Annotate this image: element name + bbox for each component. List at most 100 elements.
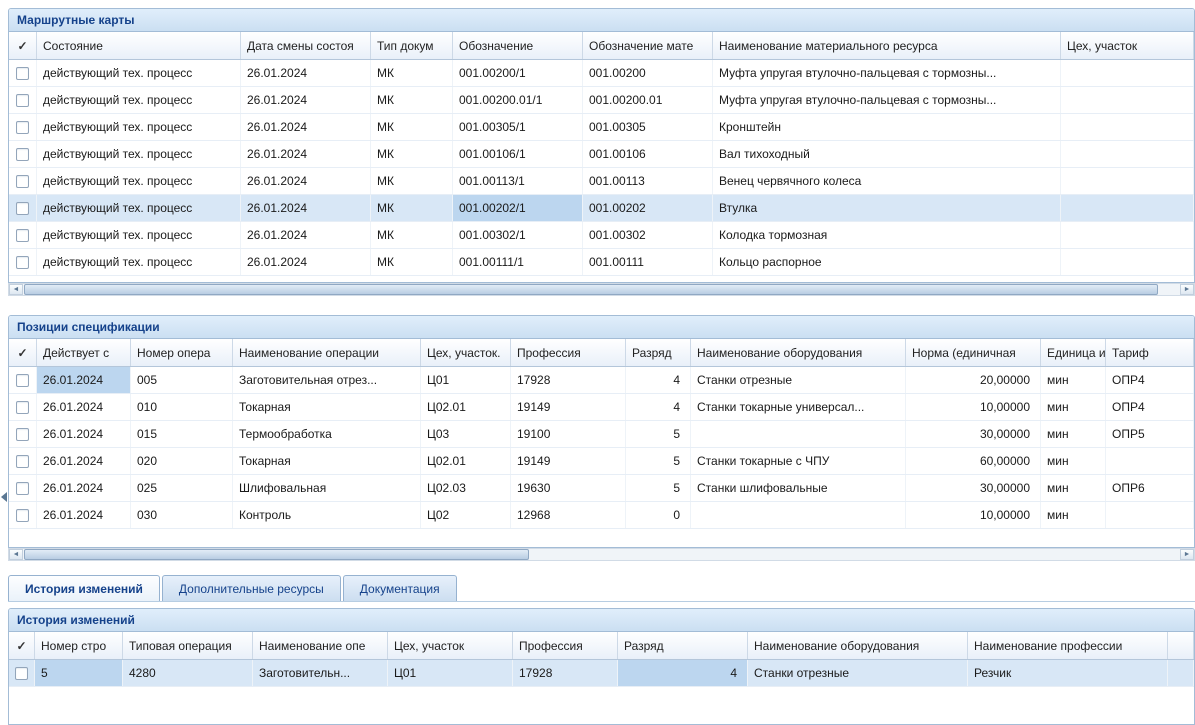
cell[interactable]: 001.00200 [583, 60, 713, 86]
cell[interactable]: 5 [626, 475, 691, 501]
cell[interactable]: Шлифовальная [233, 475, 421, 501]
cell[interactable] [1061, 114, 1194, 140]
cell[interactable]: 26.01.2024 [37, 367, 131, 393]
row-checkbox[interactable] [16, 202, 29, 215]
column-header[interactable]: Действует с [37, 339, 131, 366]
cell[interactable]: МК [371, 141, 453, 167]
cell[interactable]: Ц03 [421, 421, 511, 447]
cell[interactable]: Втулка [713, 195, 1061, 221]
cell[interactable]: 26.01.2024 [37, 394, 131, 420]
column-header[interactable]: Номер опера [131, 339, 233, 366]
cell[interactable]: мин [1041, 394, 1106, 420]
cell[interactable]: ОПР4 [1106, 367, 1194, 393]
column-header[interactable]: Единица и [1041, 339, 1106, 366]
cell[interactable] [1061, 222, 1194, 248]
cell[interactable]: Токарная [233, 394, 421, 420]
cell[interactable]: действующий тех. процесс [37, 60, 241, 86]
column-header[interactable]: Типовая операция [123, 632, 253, 659]
row-checkbox[interactable] [16, 148, 29, 161]
tab-documentation[interactable]: Документация [343, 575, 457, 601]
cell[interactable]: Токарная [233, 448, 421, 474]
column-header[interactable]: Норма (единичная [906, 339, 1041, 366]
column-header[interactable]: Цех, участок [1061, 32, 1194, 59]
cell[interactable]: Ц01 [388, 660, 513, 686]
cell[interactable]: Ц02 [421, 502, 511, 528]
scroll-left-arrow-icon[interactable]: ◄ [9, 549, 23, 560]
cell[interactable]: 005 [131, 367, 233, 393]
cell[interactable]: МК [371, 60, 453, 86]
column-header[interactable]: Состояние [37, 32, 241, 59]
cell[interactable]: 001.00202 [583, 195, 713, 221]
cell[interactable]: Венец червячного колеса [713, 168, 1061, 194]
cell[interactable]: Станки токарные универсал... [691, 394, 906, 420]
column-header[interactable]: Номер стро [35, 632, 123, 659]
row-checkbox[interactable] [16, 401, 29, 414]
cell[interactable]: Станки отрезные [691, 367, 906, 393]
column-header[interactable]: Дата смены состоя [241, 32, 371, 59]
scroll-left-arrow-icon[interactable]: ◄ [9, 284, 23, 295]
cell[interactable] [1168, 660, 1194, 686]
cell[interactable] [1061, 141, 1194, 167]
cell[interactable]: 001.00200.01 [583, 87, 713, 113]
cell[interactable]: мин [1041, 448, 1106, 474]
cell[interactable]: 5 [626, 448, 691, 474]
cell[interactable]: 17928 [513, 660, 618, 686]
cell[interactable]: Резчик [968, 660, 1168, 686]
row-checkbox[interactable] [16, 509, 29, 522]
cell[interactable]: 001.00302/1 [453, 222, 583, 248]
collapse-panel-handle[interactable] [0, 483, 7, 511]
row-checkbox[interactable] [16, 482, 29, 495]
cell[interactable]: 17928 [511, 367, 626, 393]
cell[interactable]: 001.00200/1 [453, 60, 583, 86]
cell[interactable]: МК [371, 195, 453, 221]
cell[interactable]: МК [371, 168, 453, 194]
cell[interactable]: 26.01.2024 [37, 502, 131, 528]
cell[interactable]: действующий тех. процесс [37, 222, 241, 248]
cell[interactable]: 001.00111 [583, 249, 713, 275]
cell[interactable]: Ц02.03 [421, 475, 511, 501]
cell[interactable]: 001.00106 [583, 141, 713, 167]
row-checkbox[interactable] [16, 229, 29, 242]
cell[interactable]: 001.00113 [583, 168, 713, 194]
cell[interactable]: 19149 [511, 448, 626, 474]
cell[interactable]: 001.00111/1 [453, 249, 583, 275]
column-header[interactable]: Профессия [511, 339, 626, 366]
cell[interactable]: Вал тихоходный [713, 141, 1061, 167]
column-header[interactable]: Разряд [626, 339, 691, 366]
cell[interactable]: 26.01.2024 [241, 87, 371, 113]
select-all-header[interactable]: ✓ [9, 32, 37, 59]
select-all-header[interactable]: ✓ [9, 632, 35, 659]
cell[interactable]: Кронштейн [713, 114, 1061, 140]
cell[interactable]: 5 [626, 421, 691, 447]
scroll-right-arrow-icon[interactable]: ► [1180, 549, 1194, 560]
cell[interactable]: Заготовительная отрез... [233, 367, 421, 393]
cell[interactable]: Заготовительн... [253, 660, 388, 686]
cell[interactable]: 025 [131, 475, 233, 501]
cell[interactable]: 26.01.2024 [37, 421, 131, 447]
column-header[interactable]: Наименование материального ресурса [713, 32, 1061, 59]
cell[interactable]: мин [1041, 367, 1106, 393]
cell[interactable]: 015 [131, 421, 233, 447]
cell[interactable] [1061, 60, 1194, 86]
cell[interactable]: 5 [35, 660, 123, 686]
cell[interactable]: МК [371, 222, 453, 248]
cell[interactable]: 19100 [511, 421, 626, 447]
cell[interactable]: Кольцо распорное [713, 249, 1061, 275]
column-header[interactable]: Цех, участок [388, 632, 513, 659]
column-header[interactable]: Обозначение [453, 32, 583, 59]
cell[interactable]: Термообработка [233, 421, 421, 447]
cell[interactable]: ОПР5 [1106, 421, 1194, 447]
cell[interactable]: 4280 [123, 660, 253, 686]
cell[interactable]: 001.00113/1 [453, 168, 583, 194]
cell[interactable]: 30,00000 [906, 421, 1041, 447]
cell[interactable]: Станки токарные с ЧПУ [691, 448, 906, 474]
cell[interactable]: 26.01.2024 [241, 60, 371, 86]
cell[interactable]: 4 [618, 660, 748, 686]
scrollbar-thumb[interactable] [24, 284, 1158, 295]
cell[interactable]: 30,00000 [906, 475, 1041, 501]
cell[interactable]: 001.00305/1 [453, 114, 583, 140]
column-header[interactable]: Цех, участок. [421, 339, 511, 366]
cell[interactable]: Станки отрезные [748, 660, 968, 686]
cell[interactable] [691, 421, 906, 447]
column-header[interactable]: Наименование опе [253, 632, 388, 659]
